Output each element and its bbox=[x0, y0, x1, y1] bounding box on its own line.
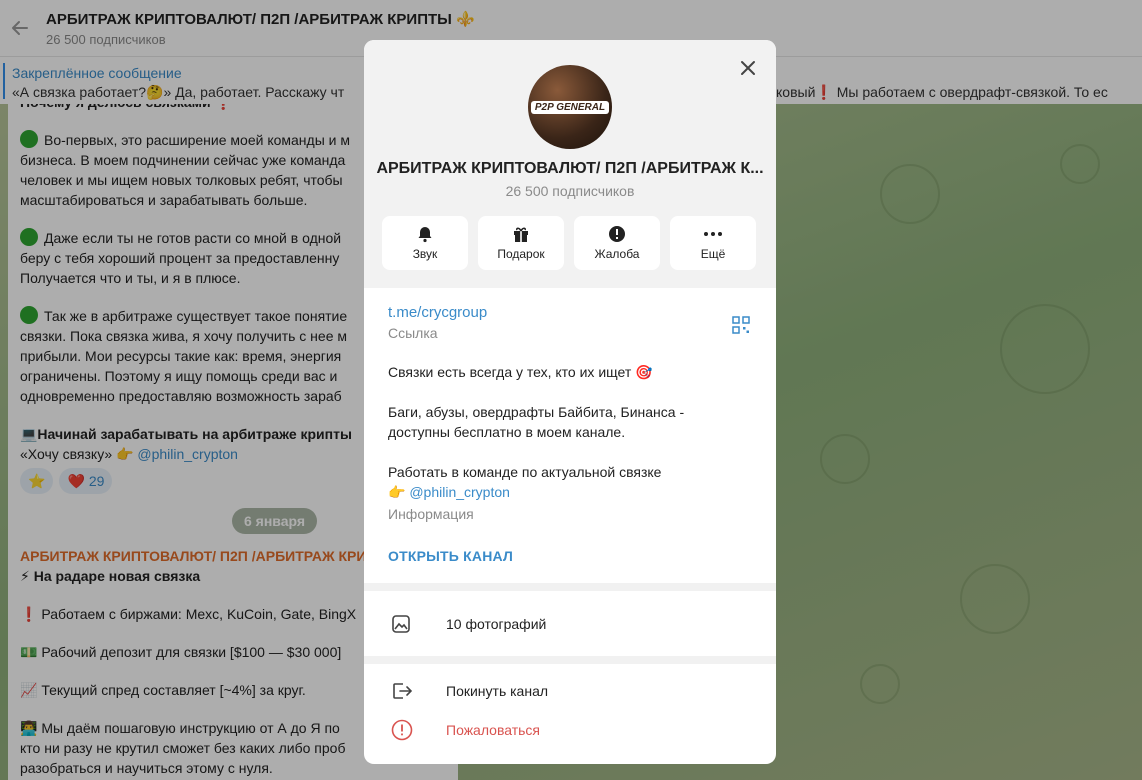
image-icon bbox=[392, 615, 410, 633]
gift-button[interactable]: Подарок bbox=[478, 216, 564, 270]
photos-count: 10 фотографий bbox=[446, 616, 547, 632]
report-label: Пожаловаться bbox=[446, 722, 541, 738]
channel-description: Связки есть всегда у тех, кто их ищет 🎯 … bbox=[388, 362, 718, 524]
report-icon bbox=[391, 719, 413, 741]
channel-info-modal: P2P GENERAL АРБИТРАЖ КРИПТОВАЛЮТ/ П2П /А… bbox=[364, 40, 776, 764]
section-divider bbox=[364, 656, 776, 664]
photos-row[interactable]: 10 фотографий bbox=[364, 604, 776, 644]
qr-code-icon bbox=[732, 316, 750, 334]
action-buttons: Звук Подарок Жалоба Ещё bbox=[382, 216, 756, 270]
mention-link[interactable]: @philin_crypton bbox=[409, 484, 510, 500]
channel-avatar: P2P GENERAL bbox=[528, 65, 612, 149]
report-label: Жалоба bbox=[594, 247, 640, 261]
modal-title: АРБИТРАЖ КРИПТОВАЛЮТ/ П2П /АРБИТРАЖ К... bbox=[376, 160, 764, 177]
modal-header: P2P GENERAL АРБИТРАЖ КРИПТОВАЛЮТ/ П2П /А… bbox=[364, 40, 776, 288]
info-caption: Информация bbox=[388, 506, 474, 522]
description-line: Связки есть всегда у тех, кто их ищет 🎯 bbox=[388, 364, 653, 380]
close-icon bbox=[741, 61, 755, 75]
bell-icon bbox=[418, 227, 432, 243]
leave-channel-button[interactable]: Покинуть канал bbox=[364, 671, 776, 711]
sound-button[interactable]: Звук bbox=[382, 216, 468, 270]
sound-label: Звук bbox=[412, 247, 438, 261]
gift-icon bbox=[514, 227, 528, 242]
leave-icon bbox=[393, 683, 413, 699]
description-line: Баги, абузы, овердрафты Байбита, Бинанса… bbox=[388, 404, 685, 440]
open-channel-button[interactable]: ОТКРЫТЬ КАНАЛ bbox=[388, 548, 513, 564]
report-icon bbox=[609, 226, 625, 242]
section-divider bbox=[364, 583, 776, 591]
more-label: Ещё bbox=[700, 247, 726, 261]
gift-label: Подарок bbox=[497, 247, 545, 261]
channel-link[interactable]: t.me/crycgroup bbox=[388, 304, 758, 321]
report-action-button[interactable]: Жалоба bbox=[574, 216, 660, 270]
description-line: Работать в команде по актуальной связке bbox=[388, 464, 662, 480]
leave-label: Покинуть канал bbox=[446, 683, 549, 699]
link-section: t.me/crycgroup Ссылка bbox=[388, 304, 758, 341]
more-button[interactable]: Ещё bbox=[670, 216, 756, 270]
link-caption: Ссылка bbox=[388, 325, 438, 341]
pointer-emoji: 👉 bbox=[388, 484, 410, 500]
report-button[interactable]: Пожаловаться bbox=[364, 710, 776, 750]
close-button[interactable] bbox=[734, 54, 762, 82]
qr-code-button[interactable] bbox=[732, 316, 750, 337]
modal-subscribers: 26 500 подписчиков bbox=[505, 183, 635, 199]
avatar-text: P2P GENERAL bbox=[530, 100, 610, 114]
more-icon bbox=[704, 232, 722, 236]
